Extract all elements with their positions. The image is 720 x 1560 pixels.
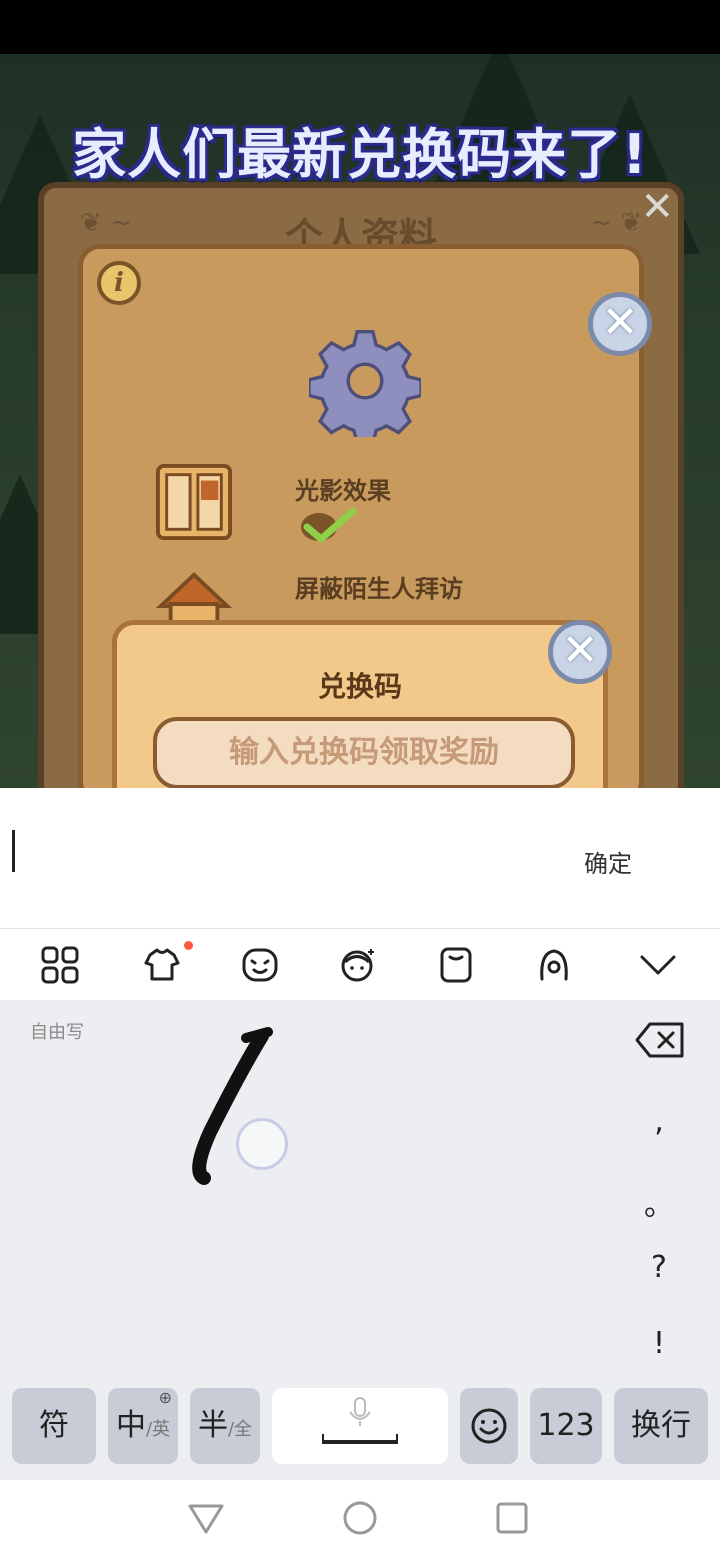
clipboard-icon[interactable] [436,945,476,985]
text-cursor [12,830,15,872]
enter-key[interactable]: 换行 [614,1388,708,1464]
home-nav-icon[interactable] [340,1498,380,1538]
light-switch-icon [155,463,233,541]
avatar-icon[interactable] [338,945,378,985]
handwriting-mode-label: 自由写 [30,1022,84,1043]
touch-indicator [236,1118,288,1170]
close-icon[interactable]: ✕ [640,184,674,230]
sticker-icon[interactable] [240,945,280,985]
recents-nav-icon[interactable] [492,1498,532,1538]
collapse-chevron-icon[interactable] [638,945,678,985]
width-main-label: 半 [197,1408,228,1443]
video-caption: 家人们最新兑换码来了! [72,123,648,186]
status-bar [0,0,720,54]
gear-icon [309,330,421,437]
close-button[interactable]: ✕ [588,292,652,356]
language-switch-key[interactable]: 中/英 ⊕ [108,1388,178,1464]
back-nav-icon[interactable] [186,1498,226,1538]
grid-icon[interactable] [40,945,80,985]
skin-icon[interactable] [142,945,182,985]
width-alt-label: /全 [227,1419,253,1440]
checkbox-checked-icon[interactable] [297,505,357,545]
globe-icon: ⊕ [158,1388,172,1407]
setting-label-block-visitors: 屏蔽陌生人拜访 [295,575,463,603]
question-key[interactable]: ? [634,1250,684,1285]
width-switch-key[interactable]: 半/全 [190,1388,260,1464]
confirm-button[interactable]: 确定 [584,844,632,879]
emoji-key[interactable] [460,1388,518,1464]
dialog-title: 兑换码 [317,670,402,703]
exclamation-key[interactable]: ! [634,1326,684,1361]
keyboard-bottom-row: 符 中/英 ⊕ 半/全 123 换行 [0,1388,720,1480]
numbers-key[interactable]: 123 [530,1388,602,1464]
ime-toolbar [0,928,720,1000]
smiley-icon [471,1408,507,1444]
setting-label-lighting: 光影效果 [295,477,391,505]
comma-key[interactable]: , [634,1104,684,1139]
handwriting-pad[interactable]: 自由写 , 。 ? ! [0,1000,720,1388]
ime-input-row: 确定 [0,788,720,928]
handwriting-mode-icon[interactable] [534,945,574,985]
notification-dot [184,941,193,950]
info-icon[interactable]: i [97,261,141,305]
language-main-label: 中 [115,1408,146,1443]
close-button[interactable]: ✕ [548,620,612,684]
language-alt-label: /英 [145,1419,171,1440]
symbols-key[interactable]: 符 [12,1388,96,1464]
redeem-code-input[interactable]: 输入兑换码领取奖励 [153,717,575,789]
microphone-icon [322,1397,398,1444]
system-nav-bar [0,1480,720,1560]
backspace-icon[interactable] [634,1020,686,1060]
space-key[interactable] [272,1388,448,1464]
period-key[interactable]: 。 [634,1180,684,1224]
